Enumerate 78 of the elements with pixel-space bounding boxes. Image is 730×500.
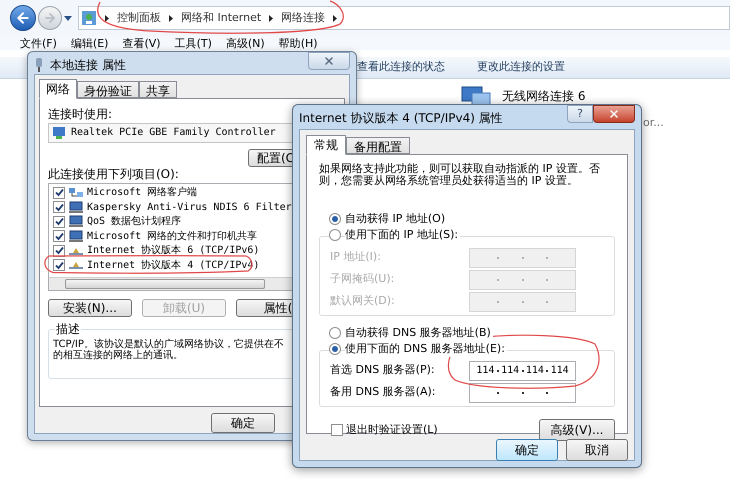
radio-label[interactable]: 自动获得 DNS 服务器地址(B) xyxy=(345,324,493,342)
field-label: 首选 DNS 服务器(P): xyxy=(330,362,435,378)
description-text: TCP/IP。该协议是默认的广域网络协议，它提供在不 xyxy=(53,338,285,350)
chevron-icon xyxy=(269,14,274,22)
list-item[interactable]: Kaspersky Anti-Virus NDIS 6 Filter xyxy=(87,200,292,215)
description-text: 的相互连接的网络上的通讯。 xyxy=(53,350,184,361)
checkbox[interactable] xyxy=(331,424,343,436)
menu-item[interactable]: 帮助(H) xyxy=(278,36,318,50)
breadcrumb-item[interactable]: 控制面板 xyxy=(117,10,161,26)
network-adapter-icon xyxy=(34,58,44,72)
ok-button[interactable]: 确定 xyxy=(211,413,275,433)
tab[interactable]: 常规 xyxy=(306,135,346,155)
connection-detail: or... xyxy=(643,116,664,129)
breadcrumb-item[interactable]: 网络和 Internet xyxy=(181,10,262,26)
checkbox[interactable] xyxy=(53,216,65,228)
help-button[interactable]: ? xyxy=(567,105,593,123)
network-client-icon xyxy=(68,186,84,199)
radio-label[interactable]: 使用下面的 DNS 服务器地址(E): xyxy=(345,340,507,358)
tab[interactable]: 网络 xyxy=(39,78,77,99)
cancel-button[interactable]: 取消 xyxy=(566,439,628,461)
chevron-icon xyxy=(105,14,109,22)
control-panel-icon xyxy=(81,10,97,26)
computer-icon xyxy=(68,230,84,243)
tab[interactable]: 身份验证 xyxy=(77,80,139,98)
group-label: 描述 xyxy=(55,322,81,336)
ip-address-field[interactable]: 114 114 114 114 xyxy=(469,360,576,380)
radio-button[interactable] xyxy=(329,213,341,225)
radio-button[interactable] xyxy=(329,327,341,339)
toolbar-button[interactable]: 查看此连接的状态 xyxy=(357,59,445,76)
checkbox[interactable] xyxy=(53,259,65,272)
ok-button[interactable]: 确定 xyxy=(496,439,558,461)
close-button[interactable] xyxy=(308,52,350,70)
protocol-icon xyxy=(68,246,84,256)
menu-item[interactable]: 查看(V) xyxy=(122,36,161,50)
connection-name[interactable]: 无线网络连接 6 xyxy=(502,87,586,105)
computer-icon xyxy=(68,215,84,228)
close-icon xyxy=(608,108,620,120)
field-label: 默认网关(D): xyxy=(330,293,395,310)
menu-item[interactable]: 工具(T) xyxy=(174,36,212,50)
advanced-button[interactable]: 高级(V)... xyxy=(539,419,615,441)
field-label: 子网掩码(U): xyxy=(330,271,394,288)
back-button[interactable] xyxy=(10,5,36,31)
field-label: IP 地址(I): xyxy=(330,249,381,266)
section-label: 此连接使用下列项目(O): xyxy=(48,166,179,181)
forward-arrow-icon xyxy=(43,11,57,25)
checkbox[interactable] xyxy=(53,186,65,199)
breadcrumb-item[interactable]: 网络连接 xyxy=(281,10,326,26)
window-title: 本地连接 属性 xyxy=(50,57,126,74)
checkbox[interactable] xyxy=(53,230,65,242)
menu-item[interactable]: 编辑(E) xyxy=(70,36,108,50)
caret-icon[interactable] xyxy=(64,16,72,20)
radio-button[interactable] xyxy=(329,229,341,241)
menu-item[interactable]: 文件(F) xyxy=(20,36,57,50)
list-item[interactable]: Microsoft 网络客户端 xyxy=(87,185,198,200)
list-item[interactable]: QoS 数据包计划程序 xyxy=(87,214,182,230)
chevron-icon xyxy=(333,14,338,22)
chevron-icon xyxy=(169,14,173,22)
tab[interactable]: 备用配置 xyxy=(346,137,410,154)
toolbar-button[interactable]: 更改此连接的设置 xyxy=(477,59,565,76)
close-button[interactable] xyxy=(593,105,635,123)
close-icon xyxy=(323,55,335,67)
list-item[interactable]: Internet 协议版本 6 (TCP/IPv6) xyxy=(87,243,260,258)
checkbox[interactable] xyxy=(53,201,65,214)
list-item[interactable]: Microsoft 网络的文件和打印机共享 xyxy=(87,228,258,244)
ip-address-field[interactable] xyxy=(469,382,576,402)
field-label: 备用 DNS 服务器(A): xyxy=(330,384,436,400)
radio-button[interactable] xyxy=(329,343,341,355)
action-button[interactable]: 安装(N)... xyxy=(48,298,132,317)
address-bar[interactable]: 控制面板 网络和 Internet 网络连接 xyxy=(78,6,730,30)
network-adapter-icon xyxy=(52,126,66,140)
checkbox-label[interactable]: 退出时验证设置(L) xyxy=(346,422,438,438)
menu-item[interactable]: 高级(N) xyxy=(226,36,265,50)
computer-icon xyxy=(68,200,84,214)
window-title: Internet 协议版本 4 (TCP/IPv4) 属性 xyxy=(299,110,503,127)
tab[interactable]: 共享 xyxy=(139,80,177,98)
protocol-icon xyxy=(68,260,84,270)
checkbox[interactable] xyxy=(53,244,65,257)
section-label: 连接时使用: xyxy=(48,106,112,121)
